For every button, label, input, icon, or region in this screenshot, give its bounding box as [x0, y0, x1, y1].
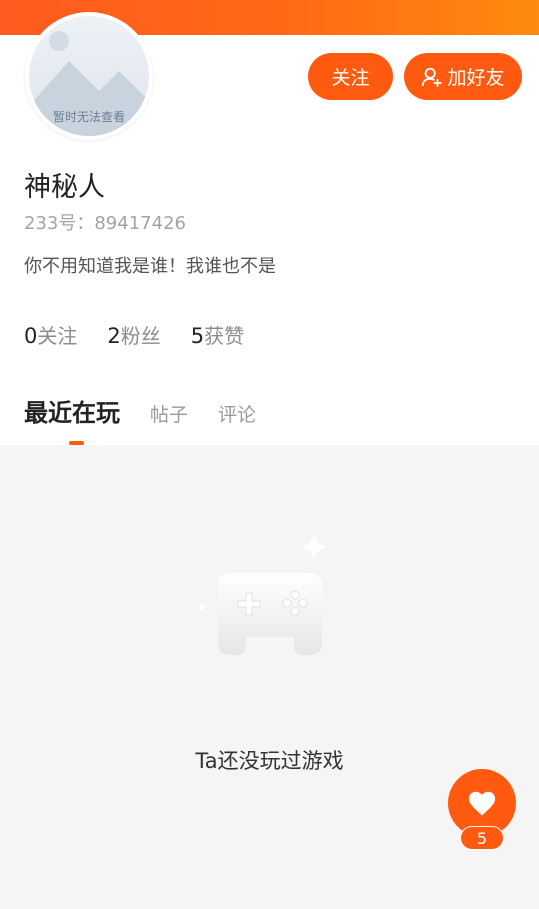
tab-posts[interactable]: 帖子 [150, 400, 188, 427]
stat-likes-count: 5 [190, 324, 205, 348]
avatar-placeholder-text: 暂时无法查看 [52, 110, 125, 124]
content-tabs: 最近在玩 帖子 评论 [24, 393, 286, 428]
stat-followers-count: 2 [107, 324, 121, 348]
tab-comments[interactable]: 评论 [218, 400, 256, 427]
add-friend-button-label: 加好友 [447, 67, 505, 89]
heart-icon [468, 791, 496, 816]
stat-followers[interactable]: 2 粉丝 [107, 320, 160, 349]
follow-button[interactable]: 关注 [308, 53, 393, 100]
profile-bio: 你不用知道我是谁！我谁也不是 [24, 256, 276, 277]
stat-following-label: 关注 [37, 324, 78, 348]
like-count-badge: 5 [460, 826, 504, 850]
avatar[interactable]: 暂时无法查看 [25, 12, 153, 140]
stat-likes[interactable]: 5 获赞 [191, 320, 244, 349]
follow-button-label: 关注 [331, 67, 370, 89]
profile-id: 233号：89417426 [24, 209, 186, 235]
gamepad-icon [199, 535, 326, 655]
profile-stats: 0 关注 2 粉丝 5 获赞 [24, 320, 244, 349]
stat-likes-label: 获赞 [204, 324, 245, 348]
profile-id-label: 233号： [24, 213, 95, 234]
add-friend-button[interactable]: 加好友 [404, 53, 522, 100]
avatar-placeholder: 暂时无法查看 [29, 16, 149, 136]
empty-state-message: Ta还没玩过游戏 [195, 749, 344, 773]
stat-followers-label: 粉丝 [120, 324, 161, 348]
profile-name: 神秘人 [24, 172, 105, 203]
stat-following-count: 0 [24, 324, 38, 348]
add-user-icon [422, 67, 443, 87]
tab-content-area [0, 445, 539, 909]
profile-id-value: 89417426 [94, 213, 186, 234]
tab-recently-played[interactable]: 最近在玩 [24, 393, 120, 428]
stat-following[interactable]: 0 关注 [24, 320, 77, 349]
